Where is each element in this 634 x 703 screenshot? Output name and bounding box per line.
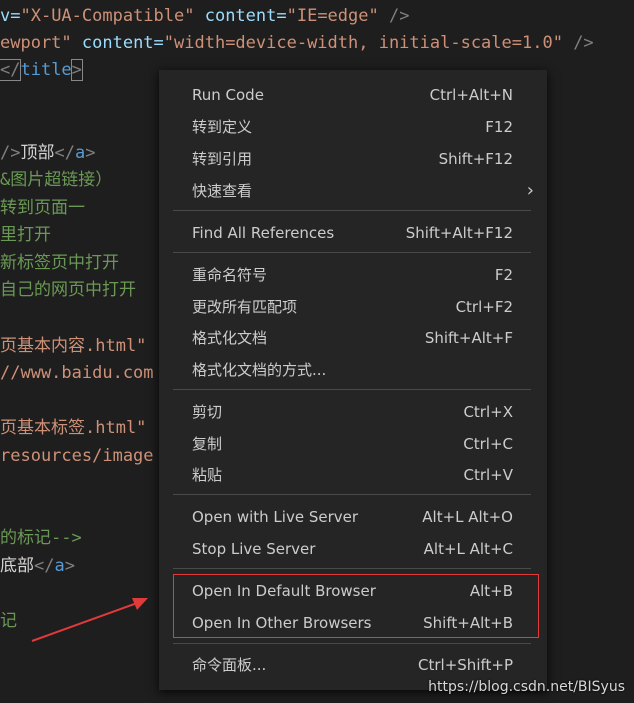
red-arrow-icon bbox=[31, 598, 148, 642]
watermark: https://blog.csdn.net/BISyus bbox=[428, 679, 625, 695]
